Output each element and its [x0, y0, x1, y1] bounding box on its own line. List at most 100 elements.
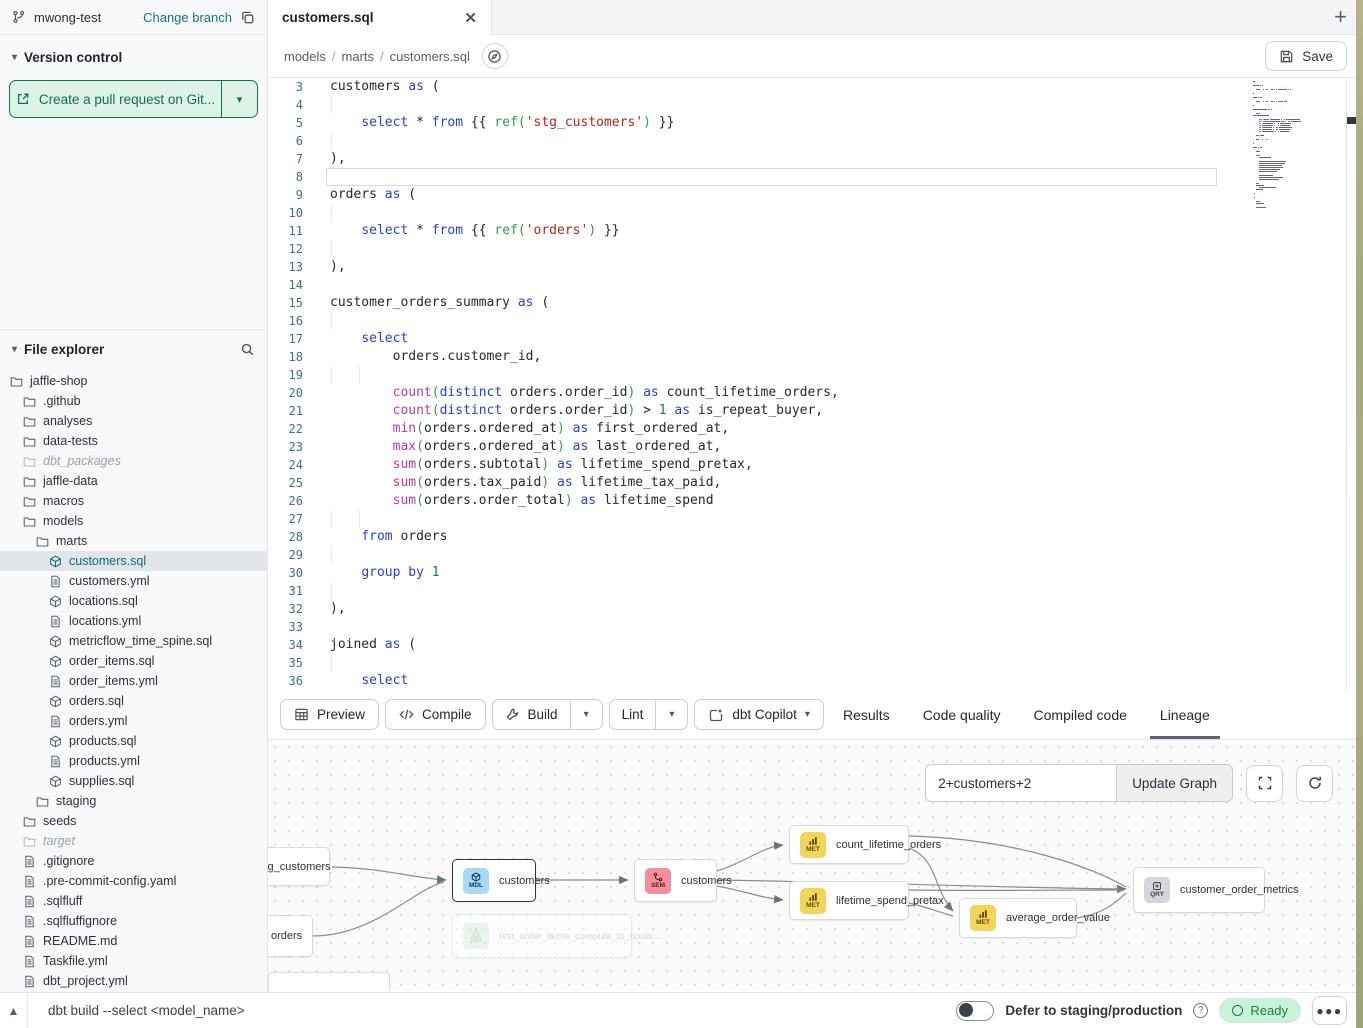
panel-tab-code-quality[interactable]: Code quality [923, 690, 1001, 739]
file-tree-item[interactable]: .pre-commit-config.yaml [0, 871, 267, 891]
file-tree-item[interactable]: .sqlfluffignore [0, 911, 267, 931]
line-number: 6 [268, 132, 303, 150]
lineage-node-lifetime-spend-pretax[interactable]: METlifetime_spend_pretax [789, 881, 909, 920]
breadcrumb-file[interactable]: customers.sql [390, 49, 470, 64]
file-tree-item[interactable]: .sqlfluff [0, 891, 267, 911]
lineage-selector-input[interactable] [925, 764, 1117, 802]
create-pr-button-group: Create a pull request on Git... ▾ [9, 80, 258, 118]
code-line: 7), [268, 150, 1363, 168]
create-pr-dropdown[interactable]: ▾ [221, 81, 257, 117]
code-editor[interactable]: 3customers as (45 select * from {{ ref('… [268, 78, 1363, 690]
file-tree-item[interactable]: customers.yml [0, 571, 267, 591]
preview-button[interactable]: Preview [280, 699, 379, 730]
lineage-node-customer-order-metrics[interactable]: QRYcustomer_order_metrics [1133, 867, 1265, 913]
lineage-node-count-lifetime-orders[interactable]: METcount_lifetime_orders [789, 825, 909, 864]
model-cube-icon [49, 635, 62, 648]
lineage-node-test-order-items-compute-to-bools-[interactable]: TSTtest_order_items_compute_to_bools... [452, 914, 632, 958]
code-line: 13), [268, 258, 1363, 276]
refresh-button[interactable] [1296, 765, 1333, 802]
file-name: staging [56, 794, 96, 808]
save-icon [1279, 49, 1294, 64]
lineage-node-customers[interactable]: SEMcustomers [634, 859, 717, 902]
file-tree-item[interactable]: supplies.sql [0, 771, 267, 791]
file-tree-item[interactable]: seeds [0, 811, 267, 831]
panel-tab-results[interactable]: Results [843, 690, 890, 739]
explore-compass-button[interactable] [482, 43, 508, 69]
file-tree-item[interactable]: analyses [0, 411, 267, 431]
panel-tab-compiled-code[interactable]: Compiled code [1034, 690, 1127, 739]
file-tree-item[interactable]: dbt_packages [0, 451, 267, 471]
build-button[interactable]: Build [493, 700, 570, 729]
dbt-copilot-button[interactable]: dbt Copilot ▾ [694, 699, 824, 730]
save-button[interactable]: Save [1265, 41, 1347, 71]
preview-label: Preview [317, 707, 365, 722]
lineage-canvas[interactable]: Update Graph MDLstg_customers MDLorders MD… [268, 740, 1363, 991]
compile-button[interactable]: Compile [385, 699, 486, 730]
file-tree-item[interactable]: metricflow_time_spine.sql [0, 631, 267, 651]
file-tree-item[interactable]: jaffle-shop [0, 371, 267, 391]
lint-button[interactable]: Lint [610, 700, 656, 729]
lineage-node-average-order-value[interactable]: METaverage_order_value [959, 898, 1077, 938]
minimap[interactable] [1253, 81, 1339, 209]
lineage-node-label: customers [499, 875, 550, 887]
tab-customers-sql[interactable]: customers.sql ✕ [268, 0, 492, 35]
lineage-node-customers[interactable]: MDLcustomers [452, 859, 536, 902]
help-icon[interactable]: ? [1193, 1003, 1208, 1018]
close-icon[interactable]: ✕ [464, 9, 477, 27]
code-line: 19 [268, 366, 1363, 384]
defer-toggle[interactable] [956, 1001, 994, 1021]
file-explorer-header[interactable]: ▾ File explorer [0, 330, 267, 367]
overflow-menu-button[interactable]: ●●● [1312, 996, 1347, 1025]
line-number: 20 [268, 384, 303, 402]
file-name: .pre-commit-config.yaml [43, 874, 176, 888]
file-tree-item[interactable]: README.md [0, 931, 267, 951]
search-icon[interactable] [240, 342, 255, 357]
line-number: 19 [268, 366, 303, 384]
lineage-node-orders[interactable]: MDLorders [268, 915, 313, 957]
file-tree-item[interactable]: dbt_project.yml [0, 971, 267, 991]
file-tree-item[interactable]: marts [0, 531, 267, 551]
file-tree-item[interactable]: customers.sql [0, 551, 267, 571]
file-tree-item[interactable]: target [0, 831, 267, 851]
fullscreen-button[interactable] [1246, 765, 1283, 802]
lineage-node-stg-customers[interactable]: MDLstg_customers [268, 847, 330, 886]
folder-icon [23, 415, 36, 428]
file-tree-item[interactable]: products.yml [0, 751, 267, 771]
file-name: customers.yml [69, 574, 150, 588]
code-line: 25 sum(orders.tax_paid) as lifetime_tax_… [268, 474, 1363, 492]
branch-name: mwong-test [34, 10, 101, 25]
file-tree-item[interactable]: order_items.sql [0, 651, 267, 671]
file-tree-item[interactable]: orders.yml [0, 711, 267, 731]
lint-dropdown[interactable]: ▾ [655, 700, 687, 729]
breadcrumb-models[interactable]: models [284, 49, 326, 64]
file-tree-item[interactable]: macros [0, 491, 267, 511]
file-name: dbt_project.yml [43, 974, 128, 988]
file-tree-item[interactable]: locations.yml [0, 611, 267, 631]
file-tree-item[interactable]: order_items.yml [0, 671, 267, 691]
expand-command-bar-button[interactable]: ▲ [0, 993, 28, 1028]
breadcrumb-marts[interactable]: marts [342, 49, 375, 64]
build-dropdown[interactable]: ▾ [570, 700, 602, 729]
file-tree-item[interactable]: Taskfile.yml [0, 951, 267, 971]
version-control-header[interactable]: ▾ Version control [0, 35, 267, 74]
file-tree-item[interactable]: .github [0, 391, 267, 411]
lineage-node[interactable] [268, 972, 390, 991]
file-tree-item[interactable]: .gitignore [0, 851, 267, 871]
panel-tab-lineage[interactable]: Lineage [1160, 690, 1210, 739]
update-graph-button[interactable]: Update Graph [1117, 764, 1233, 802]
model-cube-icon [49, 595, 62, 608]
file-tree-item[interactable]: staging [0, 791, 267, 811]
file-icon [49, 715, 62, 728]
create-pr-button[interactable]: Create a pull request on Git... [10, 81, 221, 117]
file-tree-item[interactable]: locations.sql [0, 591, 267, 611]
sidebar: mwong-test Change branch ▾ Version contr… [0, 0, 268, 992]
copy-icon[interactable] [240, 10, 255, 25]
change-branch-link[interactable]: Change branch [143, 10, 232, 25]
file-tree-item[interactable]: jaffle-data [0, 471, 267, 491]
file-tree-item[interactable]: orders.sql [0, 691, 267, 711]
code-line: 15customer_orders_summary as ( [268, 294, 1363, 312]
new-tab-button[interactable]: + [1334, 4, 1347, 30]
file-tree-item[interactable]: products.sql [0, 731, 267, 751]
file-tree-item[interactable]: data-tests [0, 431, 267, 451]
file-tree-item[interactable]: models [0, 511, 267, 531]
